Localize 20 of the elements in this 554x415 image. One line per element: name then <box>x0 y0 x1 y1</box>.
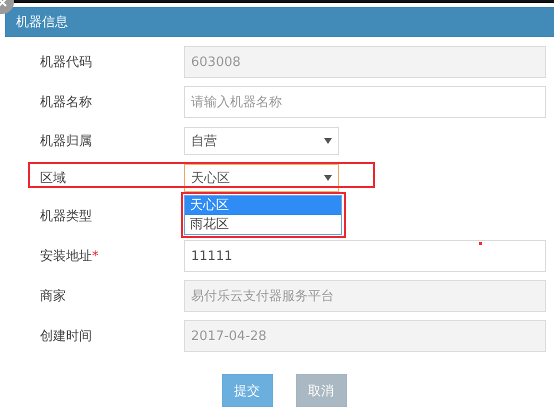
close-icon[interactable] <box>0 0 14 14</box>
panel-title: 机器信息 <box>16 14 68 31</box>
field-label: 安装地址 <box>40 248 92 265</box>
dropdown-option[interactable]: 天心区 <box>185 196 341 214</box>
input-field[interactable]: 请输入机器名称 <box>184 86 546 118</box>
field-label: 区域 <box>40 170 66 186</box>
caret-icon <box>324 138 332 144</box>
select-field[interactable]: 自营 <box>184 126 339 154</box>
dropdown-option[interactable]: 雨花区 <box>185 214 341 234</box>
caret-icon <box>324 174 332 180</box>
field-label: 商家 <box>40 288 66 305</box>
cancel-button[interactable]: 取消 <box>296 374 346 407</box>
input-field[interactable]: 11111 <box>184 240 546 272</box>
field-label: 机器归属 <box>40 132 92 150</box>
required-mark: * <box>92 248 98 264</box>
field-label: 机器代码 <box>40 54 92 71</box>
field-label: 机器类型 <box>40 208 92 225</box>
submit-button[interactable]: 提交 <box>222 374 272 407</box>
field-label: 机器名称 <box>40 94 92 111</box>
field-label: 创建时间 <box>40 328 92 345</box>
